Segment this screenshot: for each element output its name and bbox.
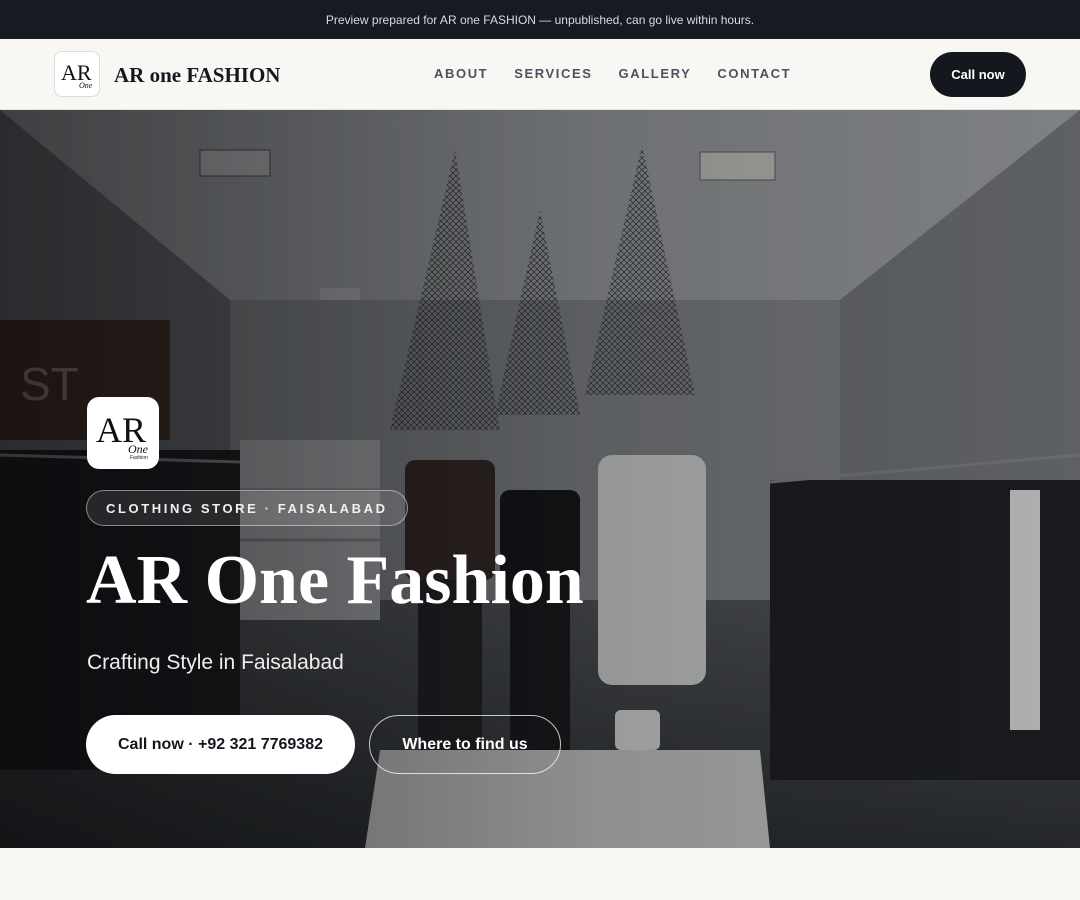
preview-banner-text: Preview prepared for AR one FASHION — un… — [325, 12, 755, 27]
svg-text:One: One — [79, 81, 93, 90]
svg-text:One: One — [128, 442, 149, 456]
svg-text:Fashion: Fashion — [130, 455, 148, 460]
menu-item-contact[interactable]: CONTACT — [717, 66, 791, 81]
where-to-find-us-button[interactable]: Where to find us — [369, 715, 561, 774]
menu-item-gallery[interactable]: GALLERY — [619, 66, 692, 81]
hero-title: AR One Fashion — [86, 542, 584, 619]
hero-subtitle: Crafting Style in Faisalabad — [87, 651, 344, 674]
call-now-button[interactable]: Call now · +92 321 7769382 — [86, 715, 355, 774]
brand-logo-icon[interactable]: AR One — [54, 51, 100, 97]
nav-call-button[interactable]: Call now — [930, 52, 1026, 97]
brand-name[interactable]: AR one FASHION — [114, 63, 280, 88]
hero-section: ST AR One Fashion CLOTHI — [0, 110, 1080, 848]
preview-banner: Preview prepared for AR one FASHION — un… — [0, 0, 1080, 39]
hero-eyebrow-tag: CLOTHING STORE · FAISALABAD — [86, 490, 408, 526]
menu-item-about[interactable]: ABOUT — [434, 66, 488, 81]
menu-item-services[interactable]: SERVICES — [514, 66, 592, 81]
main-menu: ABOUT SERVICES GALLERY CONTACT — [434, 66, 791, 81]
top-navigation: AR One AR one FASHION ABOUT SERVICES GAL… — [0, 39, 1080, 110]
hero-logo-icon: AR One Fashion — [87, 397, 159, 469]
